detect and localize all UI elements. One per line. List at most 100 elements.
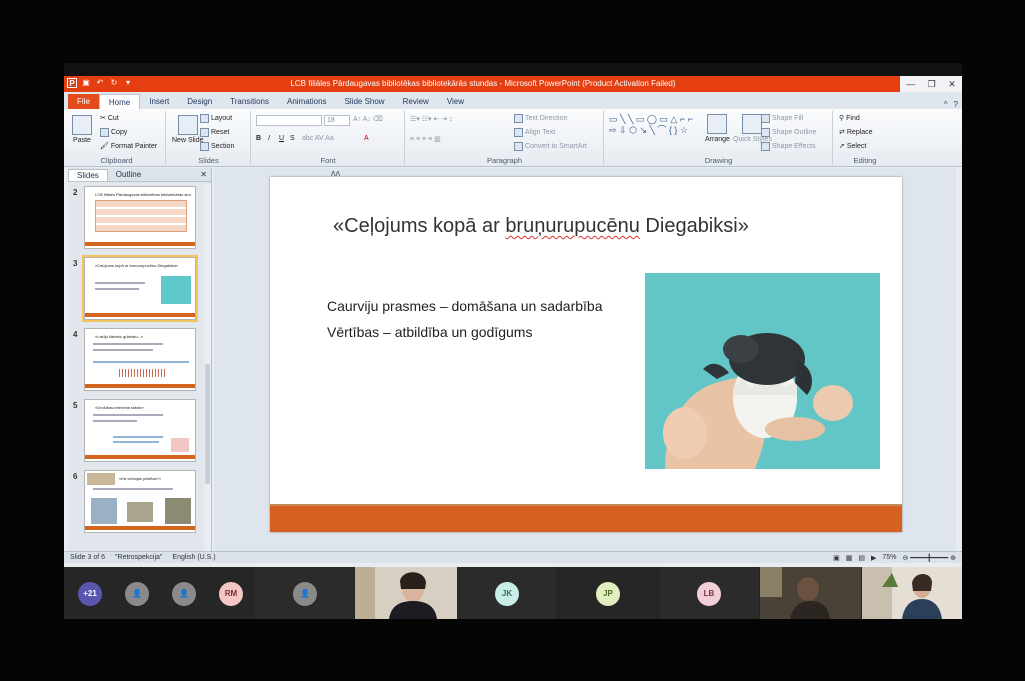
participant-avatar[interactable]: LB xyxy=(697,582,721,606)
copy-button[interactable]: Copy xyxy=(100,128,127,137)
new-slide-button[interactable]: New Slide xyxy=(172,115,204,144)
slide-thumb-row[interactable]: 6 «Kā veidojas pilsētas?» xyxy=(68,470,200,536)
tab-outline[interactable]: Outline xyxy=(108,169,149,180)
editor-scrollbar[interactable] xyxy=(956,168,962,551)
select-button[interactable]: ➚ Select xyxy=(839,142,866,151)
participant-video[interactable] xyxy=(760,567,861,619)
reading-view-icon[interactable]: ▤ xyxy=(858,554,865,562)
binoculars-icon: ⚲ xyxy=(839,115,845,122)
slides-pane: Slides Outline ✕ 2 LCB filiāles Pārdauga… xyxy=(68,168,212,551)
collapse-ribbon-icon[interactable]: ^ xyxy=(944,100,948,109)
zoom-level[interactable]: 75% xyxy=(882,554,896,562)
slide-title-part: «Ceļojums kopā ar xyxy=(333,215,506,237)
tab-design[interactable]: Design xyxy=(178,94,221,109)
find-button[interactable]: ⚲ Find xyxy=(839,114,860,123)
grow-font-icon[interactable]: A↑ A↓ ⌫ xyxy=(353,115,383,123)
shadow-icon[interactable]: S xyxy=(290,135,295,142)
slide-title[interactable]: «Ceļojums kopā ar bruņurupucēnu Diegabik… xyxy=(333,215,749,238)
convert-smartart-button[interactable]: Convert to SmartArt xyxy=(514,142,587,151)
pane-scrollbar[interactable] xyxy=(204,184,211,551)
tab-slide-show[interactable]: Slide Show xyxy=(336,94,394,109)
paste-button[interactable]: Paste xyxy=(72,115,92,144)
tab-review[interactable]: Review xyxy=(394,94,438,109)
minimize-icon[interactable]: — xyxy=(906,79,915,89)
shapes-gallery-icon[interactable]: ▭ ╲ ╲ ▭ ◯ ▭ △ ⌐ ⌐ ⇨ ⇩ ⬡ ↘ ╲ ⌒ { } ☆ xyxy=(609,114,695,136)
brush-icon: 🖌 xyxy=(100,143,109,150)
ribbon: Paste ✂ Cut Copy 🖌 Format Painter Clipboar… xyxy=(64,109,962,167)
tab-transitions[interactable]: Transitions xyxy=(221,94,278,109)
window-title: LCB filiāles Pārdaugavas bibliotēkas bib… xyxy=(290,79,676,88)
shape-effects-button[interactable]: Shape Effects xyxy=(761,142,815,151)
slide-thumb-row[interactable]: 5 «Drošības interneta stāsts» xyxy=(68,399,200,465)
thumb-line xyxy=(95,282,145,284)
align-left-icon[interactable]: ≡ ≡ ≡ ≡ ▥ xyxy=(410,135,441,143)
tab-slides[interactable]: Slides xyxy=(68,168,108,181)
cut-button[interactable]: ✂ Cut xyxy=(100,114,119,123)
layout-button[interactable]: Layout xyxy=(200,114,232,123)
participant-video[interactable] xyxy=(355,567,457,619)
ribbon-right-controls: ^ ? xyxy=(944,100,962,109)
shape-fill-button[interactable]: Shape Fill xyxy=(761,114,803,123)
participant-video-frame xyxy=(862,567,962,619)
close-pane-icon[interactable]: ✕ xyxy=(192,169,211,180)
scroll-thumb[interactable] xyxy=(205,364,210,484)
thumb-title: «Drošības interneta stāsts» xyxy=(95,405,144,410)
slide-thumbnail[interactable]: «Lasīju kādreiz grāmatu...» xyxy=(84,328,196,391)
more-participants-badge[interactable]: +21 xyxy=(78,582,102,606)
bullets-icon[interactable]: ☰▾ ☷▾ ⇤ ⇥ ↕ xyxy=(410,115,453,123)
italic-icon[interactable]: I xyxy=(268,135,270,142)
participant-video[interactable] xyxy=(862,567,962,619)
shape-effects-label: Shape Effects xyxy=(772,143,816,150)
current-slide[interactable]: «Ceļojums kopā ar bruņurupucēnu Diegabik… xyxy=(270,177,902,532)
paragraph-group: ☰▾ ☷▾ ⇤ ⇥ ↕ ≡ ≡ ≡ ≡ ▥ Text Direction Ali… xyxy=(406,111,604,165)
slide-thumb-row[interactable]: 4 «Lasīju kādreiz grāmatu...» xyxy=(68,328,200,394)
shape-outline-button[interactable]: Shape Outline xyxy=(761,128,816,137)
arrange-button[interactable]: Arrange xyxy=(705,114,730,143)
close-icon[interactable]: ✕ xyxy=(948,79,956,90)
editing-group: ⚲ Find ⇄ Replace ➚ Select Editing xyxy=(834,111,896,166)
restore-icon[interactable]: ❐ xyxy=(928,79,936,90)
tab-home[interactable]: Home xyxy=(98,94,141,109)
font-name-field[interactable] xyxy=(256,115,322,126)
slide-thumb-row[interactable]: 3 «Ceļojums kopā ar bruņurupucēnu Diegab… xyxy=(68,257,200,323)
font-color-icon[interactable]: A xyxy=(364,135,369,142)
participant-avatar[interactable]: 👤 xyxy=(125,582,149,606)
participant-avatar[interactable]: JP xyxy=(596,582,620,606)
participant-avatar[interactable]: RM xyxy=(219,582,243,606)
font-size-field[interactable]: 18 xyxy=(324,115,350,126)
participant-avatar[interactable]: 👤 xyxy=(293,582,317,606)
sorter-view-icon[interactable]: ▦ xyxy=(846,554,853,562)
participant-avatar[interactable]: 👤 xyxy=(172,582,196,606)
slide-thumb-row[interactable]: 2 LCB filiāles Pārdaugavas bibliotēkas b… xyxy=(68,186,200,252)
tab-file[interactable]: File xyxy=(68,94,99,109)
bold-icon[interactable]: B xyxy=(256,135,261,142)
slide-thumbnail[interactable]: «Kā veidojas pilsētas?» xyxy=(84,470,196,533)
slideshow-icon[interactable]: ▶ xyxy=(871,554,876,562)
tab-insert[interactable]: Insert xyxy=(140,94,178,109)
section-button[interactable]: Section xyxy=(200,142,234,151)
slide-thumbnail[interactable]: LCB filiāles Pārdaugavas bibliotēkas bib… xyxy=(84,186,196,249)
paste-label: Paste xyxy=(73,137,91,144)
language-indicator[interactable]: English (U.S.) xyxy=(172,554,215,561)
strikethrough-icon[interactable]: abc AV Aa xyxy=(302,135,334,142)
underline-icon[interactable]: U xyxy=(279,135,284,142)
format-painter-button[interactable]: 🖌 Format Painter xyxy=(100,142,158,151)
turtle-hatchling-photo[interactable] xyxy=(645,273,880,469)
help-icon[interactable]: ? xyxy=(954,100,958,109)
align-text-button[interactable]: Align Text xyxy=(514,128,555,137)
text-direction-button[interactable]: Text Direction xyxy=(514,114,567,123)
replace-button[interactable]: ⇄ Replace xyxy=(839,128,873,137)
paste-icon xyxy=(72,115,92,135)
format-painter-label: Format Painter xyxy=(110,142,158,150)
tab-view[interactable]: View xyxy=(438,94,473,109)
tab-animations[interactable]: Animations xyxy=(278,94,336,109)
normal-view-icon[interactable]: ▣ xyxy=(833,554,840,562)
slide-body-line-1[interactable]: Caurviju prasmes – domāšana un sadarbība xyxy=(327,298,603,314)
slide-thumbnail[interactable]: «Drošības interneta stāsts» xyxy=(84,399,196,462)
zoom-slider[interactable]: ⊖ ━━━━╋━━━━ ⊕ xyxy=(902,554,956,562)
turtle-photo-drawing xyxy=(645,273,880,469)
slide-body-line-2[interactable]: Vērtības – atbildība un godīgums xyxy=(327,324,532,340)
reset-button[interactable]: Reset xyxy=(200,128,229,137)
participant-avatar[interactable]: JK xyxy=(495,582,519,606)
slide-thumbnail-selected[interactable]: «Ceļojums kopā ar bruņurupucēnu Diegabik… xyxy=(84,257,196,320)
